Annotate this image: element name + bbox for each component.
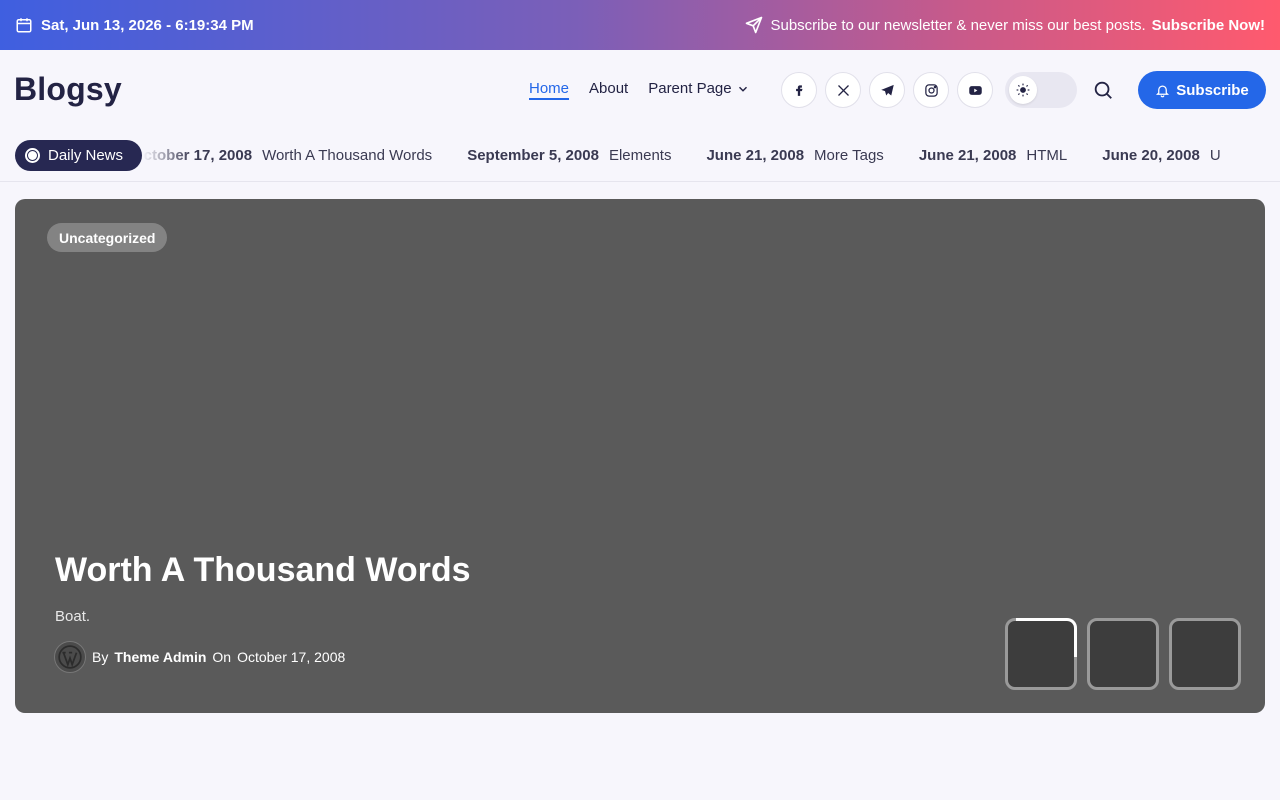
youtube-button[interactable] xyxy=(957,72,993,108)
newsletter-text: Subscribe to our newsletter & never miss… xyxy=(770,16,1146,34)
subscribe-button[interactable]: Subscribe xyxy=(1138,71,1266,109)
ticker-item-title: Worth A Thousand Words xyxy=(262,147,433,164)
subscribe-label: Subscribe xyxy=(1176,81,1249,99)
instagram-button[interactable] xyxy=(913,72,949,108)
chevron-down-icon xyxy=(738,86,747,92)
search-icon xyxy=(1094,81,1112,99)
toggle-knob xyxy=(1009,76,1037,104)
author-name[interactable]: Theme Admin xyxy=(114,649,206,665)
main-nav: Home About Parent Page xyxy=(529,80,750,97)
post-excerpt: Boat. xyxy=(55,608,91,625)
post-meta: By Theme Admin On October 17, 2008 xyxy=(54,641,345,673)
ticker-item-title: More Tags xyxy=(814,147,884,164)
featured-post-slider: Uncategorized Worth A Thousand Words Boa… xyxy=(15,199,1265,713)
top-bar: Sat, Jun 13, 2026 - 6:19:34 PM Subscribe… xyxy=(0,0,1280,50)
ticker-item-date: June 21, 2008 xyxy=(918,147,1017,164)
ticker-badge-label: Daily News xyxy=(48,147,124,164)
ticker-track: October 17, 2008 Worth A Thousand Words … xyxy=(142,130,1266,181)
meta-on: On xyxy=(212,649,232,665)
nav-item-parent-page[interactable]: Parent Page xyxy=(648,80,749,97)
telegram-button[interactable] xyxy=(869,72,905,108)
live-dot-icon xyxy=(25,148,40,163)
social-links xyxy=(781,72,993,108)
author-avatar[interactable] xyxy=(54,641,86,673)
youtube-icon xyxy=(968,85,982,95)
post-title[interactable]: Worth A Thousand Words xyxy=(55,551,471,590)
calendar-icon xyxy=(16,18,32,33)
instagram-icon xyxy=(924,83,938,97)
news-ticker: Daily News October 17, 2008 Worth A Thou… xyxy=(0,130,1280,182)
ticker-item-date: June 21, 2008 xyxy=(706,147,805,164)
ticker-item-title: Elements xyxy=(608,147,672,164)
site-logo[interactable]: Blogsy xyxy=(14,71,122,108)
ticker-item[interactable]: June 20, 2008 U xyxy=(1102,147,1220,164)
nav-item-parent-page-label: Parent Page xyxy=(648,80,732,97)
slide-thumbnail[interactable] xyxy=(1169,618,1241,690)
bell-icon xyxy=(1156,85,1170,97)
slider-thumbnails xyxy=(1005,618,1241,690)
facebook-button[interactable] xyxy=(781,72,817,108)
site-header: Blogsy Home About Parent Page Subscribe xyxy=(0,50,1280,130)
meta-by: By xyxy=(92,649,109,665)
ticker-item-date: September 5, 2008 xyxy=(467,147,599,164)
date-display: Sat, Jun 13, 2026 - 6:19:34 PM xyxy=(15,16,254,34)
ticker-item-title: HTML xyxy=(1026,147,1068,164)
nav-item-home[interactable]: Home xyxy=(529,80,569,97)
ticker-list: October 17, 2008 Worth A Thousand Words … xyxy=(142,147,1221,164)
date-text: Sat, Jun 13, 2026 - 6:19:34 PM xyxy=(41,16,254,34)
slide-thumbnail[interactable] xyxy=(1005,618,1077,690)
x-button[interactable] xyxy=(825,72,861,108)
ticker-item[interactable]: June 21, 2008 More Tags xyxy=(706,147,883,164)
sun-icon xyxy=(1016,83,1030,97)
slide-thumbnail[interactable] xyxy=(1087,618,1159,690)
facebook-icon xyxy=(796,85,803,96)
search-button[interactable] xyxy=(1092,79,1114,106)
ticker-fade-right xyxy=(1216,130,1266,181)
wordpress-icon xyxy=(58,645,82,669)
newsletter-subscribe-link[interactable]: Subscribe Now! xyxy=(1152,17,1265,34)
x-icon xyxy=(837,84,849,96)
telegram-icon xyxy=(880,84,894,95)
ticker-badge: Daily News xyxy=(15,140,142,171)
ticker-item-date: June 20, 2008 xyxy=(1102,147,1200,164)
theme-toggle[interactable] xyxy=(1005,72,1077,108)
newsletter-promo: Subscribe to our newsletter & never miss… xyxy=(744,15,1265,35)
send-icon xyxy=(746,16,763,34)
ticker-item[interactable]: September 5, 2008 Elements xyxy=(467,147,671,164)
nav-item-about[interactable]: About xyxy=(589,80,628,97)
category-badge[interactable]: Uncategorized xyxy=(47,223,168,252)
ticker-item[interactable]: June 21, 2008 HTML xyxy=(919,147,1067,164)
ticker-fade-left xyxy=(142,130,192,181)
post-date: October 17, 2008 xyxy=(237,649,346,665)
